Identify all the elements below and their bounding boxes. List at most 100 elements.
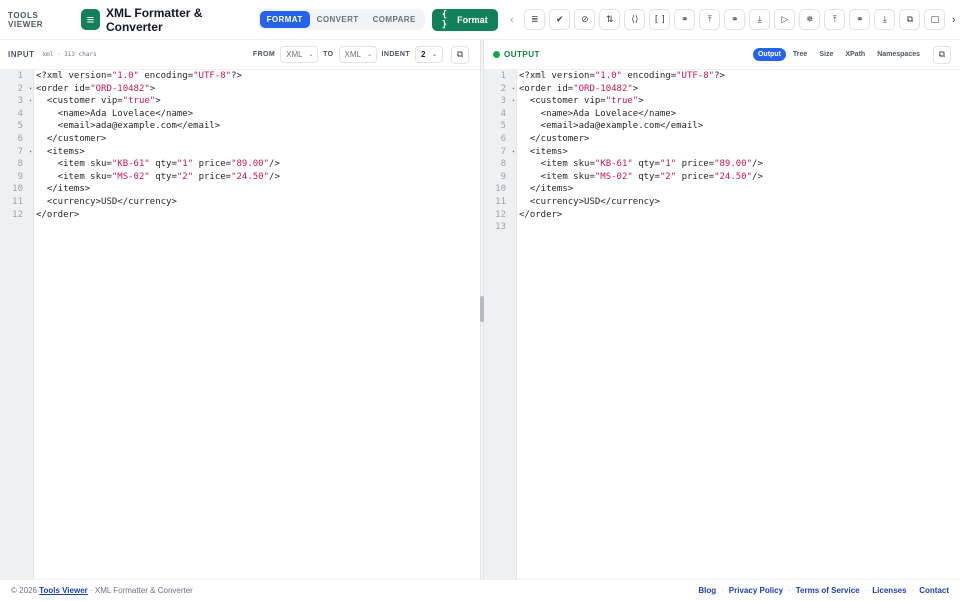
fold-chevron-icon[interactable]: ▾ <box>512 83 515 96</box>
to-format-select[interactable]: XML ⌄ <box>338 46 377 63</box>
tab-xpath[interactable]: XPath <box>840 48 870 61</box>
mode-convert-tab[interactable]: CONVERT <box>310 11 366 28</box>
copy-input-icon[interactable]: ⧉ <box>451 45 469 64</box>
code-token: <currency>USD</currency> <box>519 196 660 207</box>
footer-link-privacy[interactable]: Privacy Policy <box>729 586 783 595</box>
mode-switcher: FORMAT CONVERT COMPARE <box>257 9 425 30</box>
footer-link-contact[interactable]: Contact <box>919 586 949 595</box>
upload-icon[interactable]: ⤒ <box>824 9 846 30</box>
line-number: 12 <box>12 209 23 220</box>
footer-site-link[interactable]: Tools Viewer <box>39 586 88 595</box>
toolbar-scroll-right-icon[interactable]: › <box>947 14 960 26</box>
output-code[interactable]: <?xml version="1.0" encoding="UTF-8"?> <o… <box>519 70 960 221</box>
check-circle-icon[interactable]: ✔ <box>549 9 571 30</box>
download-icon[interactable]: ⤓ <box>749 9 771 30</box>
fold-chevron-icon[interactable]: ▾ <box>29 83 32 96</box>
code-token: <items> <box>36 146 85 157</box>
run-icon[interactable]: ▷ <box>774 9 796 30</box>
code-token: <item sku= <box>519 159 595 170</box>
tool-row: ≣ ✔ ⊘ ⇅ ⟨⟩ [ ] ⚭ ⤒ ⚭ ⤓ ▷ ✵ ⤒ ⚭ ⤓ ⧉ □ <box>524 9 946 30</box>
from-format-select[interactable]: XML ⌄ <box>280 46 319 63</box>
sparkle-icon[interactable]: ✵ <box>799 9 821 30</box>
code-string: "89.00" <box>231 159 270 170</box>
code-icon[interactable]: ⟨⟩ <box>624 9 646 30</box>
fold-chevron-icon[interactable]: ▾ <box>29 95 32 108</box>
line-number: 11 <box>495 196 506 207</box>
line-number: 5 <box>500 121 506 132</box>
line-number: 1 <box>17 71 23 81</box>
mode-compare-tab[interactable]: COMPARE <box>366 11 423 28</box>
link-icon[interactable]: ⚭ <box>849 9 871 30</box>
code-token: price= <box>193 171 232 182</box>
fold-chevron-icon[interactable]: ▾ <box>512 146 515 159</box>
code-token: ?> <box>714 71 725 81</box>
fold-chevron-icon[interactable]: ▾ <box>512 95 515 108</box>
input-editor[interactable]: 1 2 ▾ 3 ▾ 4 5 6 7 ▾ 8 9 10 11 12 <?xml version="1.0" e… <box>0 70 480 579</box>
code-line: <order id="ORD-10482"> <box>36 83 480 96</box>
footer-separator: · <box>864 586 868 595</box>
download-icon[interactable]: ⤓ <box>874 9 896 30</box>
sort-icon[interactable]: ⇅ <box>599 9 621 30</box>
line-number: 3 ▾ <box>17 95 32 108</box>
footer-link-licenses[interactable]: Licenses <box>872 586 906 595</box>
footer-separator: · <box>721 586 724 595</box>
code-token: > <box>638 96 644 107</box>
tab-namespaces[interactable]: Namespaces <box>872 48 925 61</box>
output-toolbar: OUTPUT Output Tree Size XPath Namespaces… <box>484 40 960 70</box>
copy-icon[interactable]: ⧉ <box>899 9 921 30</box>
fold-chevron-icon[interactable]: ▾ <box>29 146 32 159</box>
toolbar-scroll-left-icon[interactable]: ‹ <box>506 14 519 26</box>
code-token: </customer> <box>36 133 107 144</box>
brackets-icon[interactable]: [ ] <box>649 9 671 30</box>
code-token: price= <box>676 159 715 170</box>
tab-output[interactable]: Output <box>752 48 786 61</box>
code-token: <item sku= <box>519 171 595 182</box>
line-number: 8 <box>500 159 506 170</box>
footer-separator: · <box>911 586 915 595</box>
code-token: <item sku= <box>36 159 112 170</box>
code-line: </order> <box>36 209 480 222</box>
code-string: "2" <box>176 171 194 182</box>
tab-tree[interactable]: Tree <box>788 48 812 61</box>
code-token: encoding= <box>138 71 194 81</box>
brand-label: TOOLS VIEWER <box>8 10 44 29</box>
mode-format-tab[interactable]: FORMAT <box>259 11 310 28</box>
line-number: 8 <box>17 159 23 170</box>
code-string: "1" <box>659 159 677 170</box>
code-line: <item sku="KB-61" qty="1" price="89.00"/… <box>519 158 960 171</box>
footer-link-terms[interactable]: Terms of Service <box>796 586 860 595</box>
to-format-value: XML <box>344 50 361 59</box>
code-string: "UTF-8" <box>193 71 232 81</box>
code-token: </items> <box>36 184 91 195</box>
code-string: "89.00" <box>714 159 753 170</box>
format-button[interactable]: { } Format <box>431 8 498 31</box>
code-line: <currency>USD</currency> <box>519 196 960 209</box>
footer: © 2026 Tools Viewer · XML Formatter & Co… <box>0 579 960 601</box>
chevron-down-icon: ⌄ <box>366 52 373 58</box>
copy-output-icon[interactable]: ⧉ <box>933 45 951 64</box>
code-token: /> <box>752 171 763 182</box>
line-number: 4 <box>500 108 506 119</box>
footer-link-blog[interactable]: Blog <box>698 586 716 595</box>
code-string: "true" <box>122 96 156 107</box>
tab-size[interactable]: Size <box>814 48 838 61</box>
code-line: <customer vip="true"> <box>519 95 960 108</box>
indent-select[interactable]: 2 ⌄ <box>415 46 443 63</box>
upload-icon[interactable]: ⤒ <box>699 9 721 30</box>
code-line: <currency>USD</currency> <box>36 196 480 209</box>
code-string: "MS-02" <box>594 171 633 182</box>
code-line: <customer vip="true"> <box>36 95 480 108</box>
filter-icon[interactable]: ≣ <box>524 9 546 30</box>
code-token: </order> <box>36 209 80 220</box>
link-icon[interactable]: ⚭ <box>674 9 696 30</box>
ban-icon[interactable]: ⊘ <box>574 9 596 30</box>
input-code[interactable]: <?xml version="1.0" encoding="UTF-8"?> <o… <box>36 70 480 221</box>
code-token: /> <box>752 159 763 170</box>
output-editor[interactable]: 1 2 ▾ 3 ▾ 4 5 6 7 ▾ 8 9 10 11 12 13 <?xml version="1.0"… <box>484 70 960 579</box>
clipboard-icon[interactable]: □ <box>924 9 946 30</box>
code-token: qty= <box>149 171 177 182</box>
code-string: "24.50" <box>231 171 270 182</box>
line-number: 3 ▾ <box>500 95 515 108</box>
link-icon[interactable]: ⚭ <box>724 9 746 30</box>
code-line: <order id="ORD-10482"> <box>519 83 960 96</box>
